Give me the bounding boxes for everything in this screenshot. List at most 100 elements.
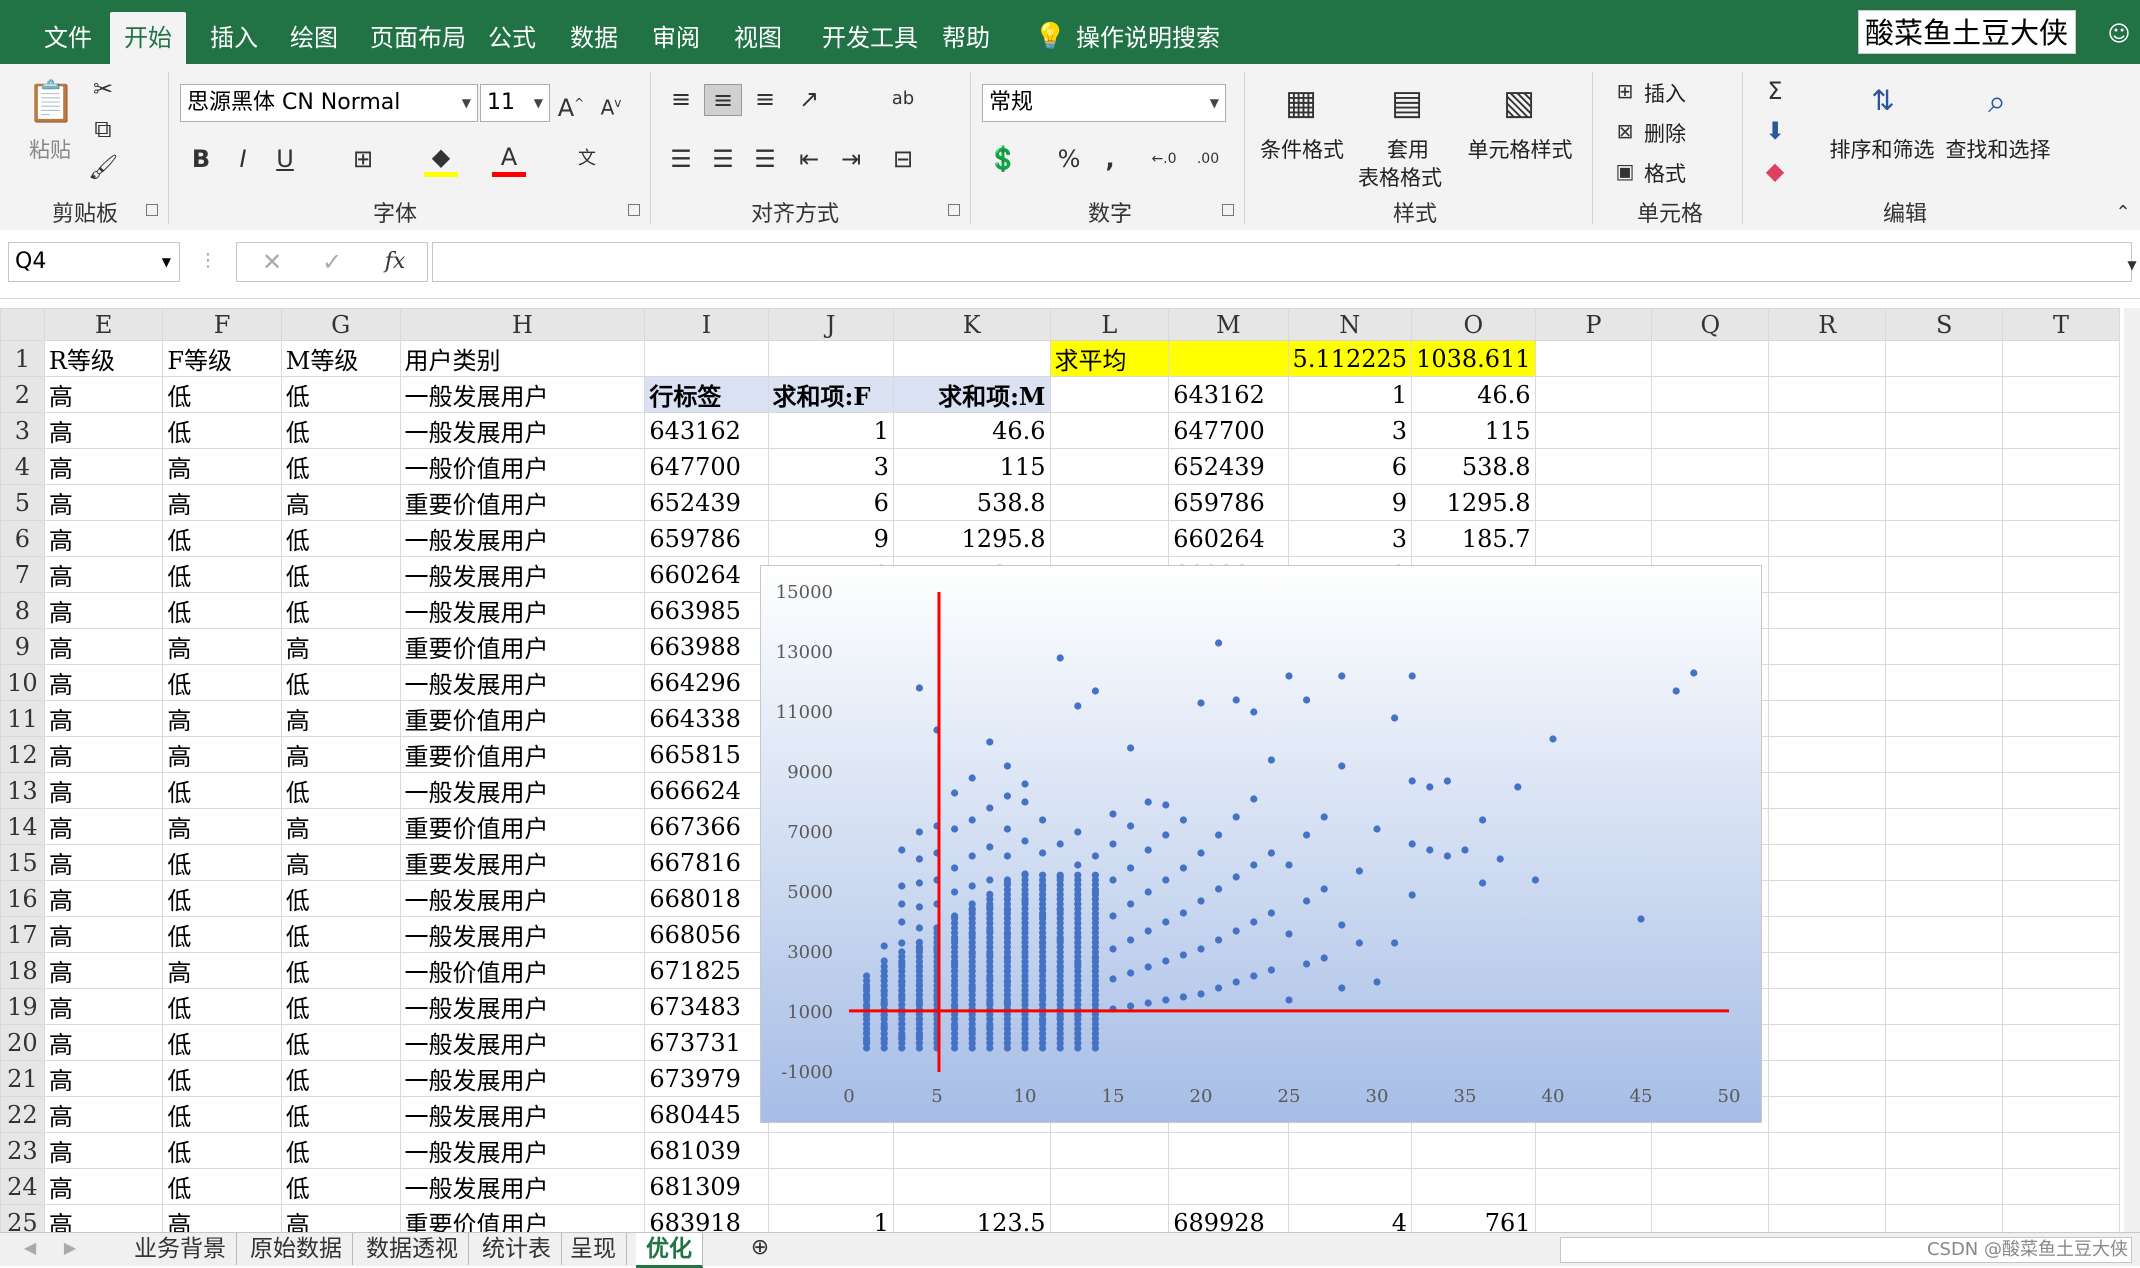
cell-S21[interactable] [1885,1060,2004,1097]
cell-M3[interactable]: 647700 [1168,412,1289,449]
sheet-tab-3[interactable]: 统计表 [472,1233,562,1265]
ribbon-tab-4[interactable]: 页面布局 [356,0,480,64]
cell-N2[interactable]: 1 [1287,376,1413,413]
cell-R12[interactable] [1768,736,1887,773]
cell-S18[interactable] [1885,952,2004,989]
cell-R10[interactable] [1768,664,1887,701]
cell-E8[interactable]: 高 [43,592,164,629]
sort-filter-button[interactable]: 排序和筛选 [1826,134,1938,164]
cell-E14[interactable]: 高 [43,808,164,845]
cell-E13[interactable]: 高 [43,772,164,809]
cell-T2[interactable] [2002,376,2120,413]
cell-R2[interactable] [1768,376,1887,413]
format-cells-icon[interactable]: ▣ [1612,156,1638,186]
cell-I19[interactable]: 673483 [644,988,769,1025]
cell-S19[interactable] [1885,988,2004,1025]
cell-N3[interactable]: 3 [1287,412,1413,449]
cell-G24[interactable]: 低 [280,1168,401,1205]
cell-T6[interactable] [2002,520,2120,557]
cell-R9[interactable] [1768,628,1887,665]
sheet-tab-5[interactable]: 优化 [636,1233,703,1268]
add-sheet-icon[interactable]: ⊕ [746,1233,774,1263]
cell-H20[interactable]: 一般发展用户 [399,1024,646,1061]
cell-F18[interactable]: 高 [162,952,282,989]
delete-cells-icon[interactable]: ⊠ [1612,116,1638,146]
cell-H10[interactable]: 一般发展用户 [399,664,646,701]
row-header[interactable]: 5 [0,484,45,521]
cell-M24[interactable] [1168,1168,1289,1205]
cell-E10[interactable]: 高 [43,664,164,701]
cell-H9[interactable]: 重要价值用户 [399,628,646,665]
next-sheet-icon[interactable]: ▶ [60,1233,80,1263]
cell-T25[interactable] [2002,1204,2120,1232]
fill-icon[interactable]: ⬇ [1760,116,1790,146]
format-table-icon[interactable]: ▤ [1384,80,1430,126]
cell-T22[interactable] [2002,1096,2120,1133]
cell-L1[interactable]: 求平均 [1049,340,1170,377]
cell-T7[interactable] [2002,556,2120,593]
cell-T21[interactable] [2002,1060,2120,1097]
cell-T13[interactable] [2002,772,2120,809]
align-center-icon[interactable]: ☰ [706,144,740,174]
cell-G15[interactable]: 高 [280,844,401,881]
cell-F9[interactable]: 高 [162,628,282,665]
cell-I8[interactable]: 663985 [644,592,769,629]
cell-Q24[interactable] [1651,1168,1770,1205]
cell-Q6[interactable] [1651,520,1770,557]
column-header-J[interactable]: J [767,308,894,341]
cell-Q25[interactable] [1651,1204,1770,1232]
cell-H2[interactable]: 一般发展用户 [399,376,646,413]
column-header-N[interactable]: N [1287,308,1413,341]
row-header[interactable]: 19 [0,988,45,1025]
cell-E17[interactable]: 高 [43,916,164,953]
cell-T15[interactable] [2002,844,2120,881]
cell-E16[interactable]: 高 [43,880,164,917]
cell-G12[interactable]: 高 [280,736,401,773]
paste-icon[interactable]: 📋 [26,76,76,128]
cell-G8[interactable]: 低 [280,592,401,629]
cell-H12[interactable]: 重要价值用户 [399,736,646,773]
cell-H13[interactable]: 一般发展用户 [399,772,646,809]
row-header[interactable]: 20 [0,1024,45,1061]
cell-O23[interactable] [1411,1132,1536,1169]
cell-L2[interactable] [1049,376,1170,413]
cell-O5[interactable]: 1295.8 [1411,484,1536,521]
cell-F4[interactable]: 高 [162,448,282,485]
cell-E6[interactable]: 高 [43,520,164,557]
cell-M2[interactable]: 643162 [1168,376,1289,413]
clear-icon[interactable]: ◆ [1760,156,1790,186]
increase-font-icon[interactable]: A^ [556,88,586,123]
row-header[interactable]: 11 [0,700,45,737]
cell-E19[interactable]: 高 [43,988,164,1025]
clipboard-launcher-icon[interactable] [146,204,158,216]
cell-K1[interactable] [892,340,1051,377]
row-header[interactable]: 15 [0,844,45,881]
cell-Q4[interactable] [1651,448,1770,485]
cell-S17[interactable] [1885,916,2004,953]
cell-G3[interactable]: 低 [280,412,401,449]
increase-decimal-icon[interactable]: ←.0 [1146,144,1182,174]
cell-P6[interactable] [1534,520,1653,557]
column-header-E[interactable]: E [43,308,164,341]
cell-J25[interactable]: 1 [767,1204,894,1232]
sheet-tab-1[interactable]: 原始数据 [240,1233,353,1265]
font-launcher-icon[interactable] [628,204,640,216]
cell-S23[interactable] [1885,1132,2004,1169]
row-header[interactable]: 10 [0,664,45,701]
cell-H25[interactable]: 重要价值用户 [399,1204,646,1232]
cell-E21[interactable]: 高 [43,1060,164,1097]
cell-F16[interactable]: 低 [162,880,282,917]
cell-N25[interactable]: 4 [1287,1204,1413,1232]
cell-styles-icon[interactable]: ▧ [1496,80,1542,126]
cell-O4[interactable]: 538.8 [1411,448,1536,485]
lightbulb-icon[interactable]: 💡 [1034,22,1066,52]
cell-S10[interactable] [1885,664,2004,701]
cell-E25[interactable]: 高 [43,1204,164,1232]
cell-S16[interactable] [1885,880,2004,917]
cell-S25[interactable] [1885,1204,2004,1232]
cell-J1[interactable] [767,340,894,377]
cell-N4[interactable]: 6 [1287,448,1413,485]
column-header-I[interactable]: I [644,308,769,341]
cell-E9[interactable]: 高 [43,628,164,665]
cell-J2[interactable]: 求和项:F [767,376,894,413]
